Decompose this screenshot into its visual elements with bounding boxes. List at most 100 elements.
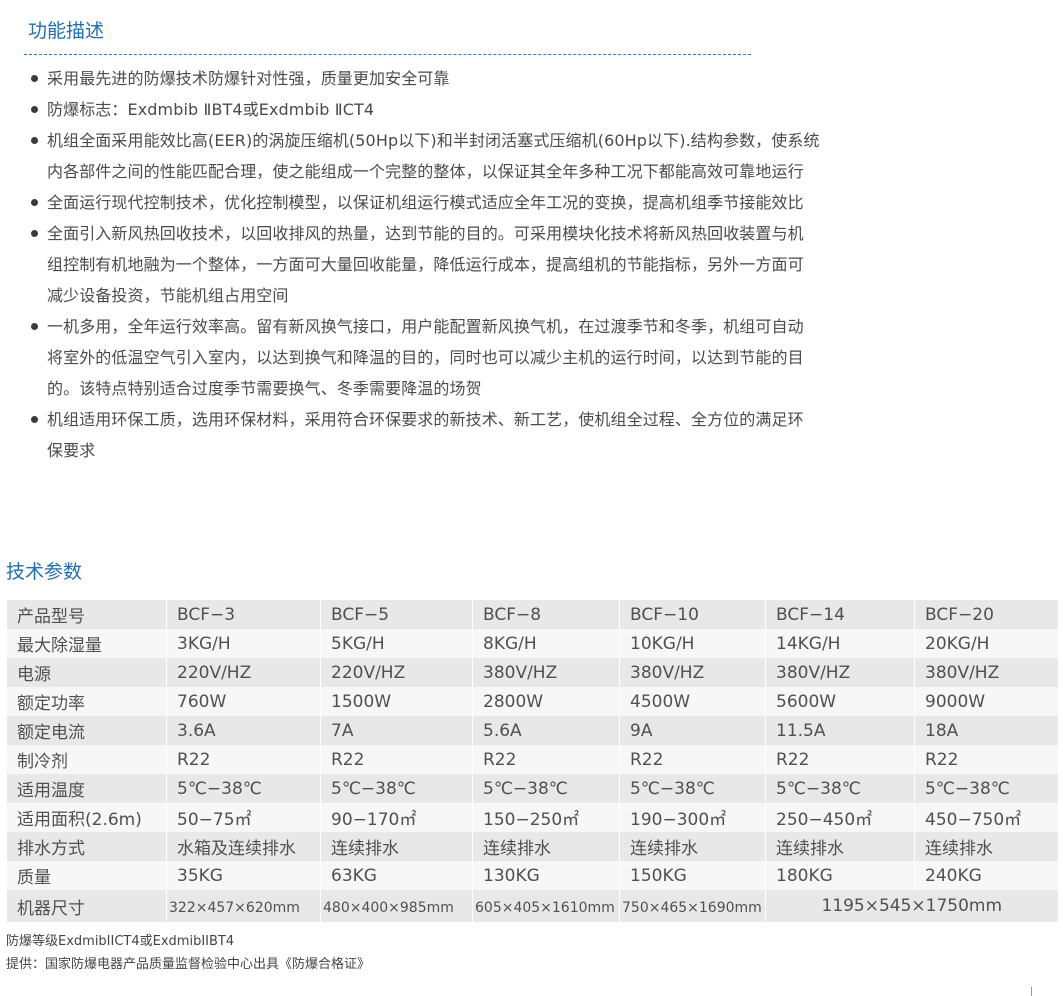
spec-value: 760W [166,687,321,716]
spec-row: 适用温度 5℃−38℃ 5℃−38℃ 5℃−38℃ 5℃−38℃ 5℃−38℃ 5℃−38℃ [6,774,1058,803]
spec-value: 5℃−38℃ [619,774,766,803]
bullet-dot-icon [31,106,38,113]
spec-row: 最大除湿量 3KG/H 5KG/H 8KG/H 10KG/H 14KG/H 20KG/H [6,629,1058,658]
feature-item: 全面运行现代控制技术，优化控制模型，以保证机组运行模式适应全年工况的变换，提高机… [30,187,870,218]
feature-line: 全面引入新风热回收技术，以回收排风的热量，达到节能的目的。可采用模块化技术将新风… [47,224,804,243]
spec-value: 130KG [472,861,620,890]
feature-line: 组控制有机地融为一个整体，一方面可大量回收能量，降低运行成本，提高组机的节能指标… [47,255,804,274]
bullet-dot-icon [31,137,38,144]
dashed-divider [24,54,751,55]
spec-value-size: 750×465×1690mm [619,890,766,922]
feature-line: 保要求 [47,441,96,460]
spec-value: 180KG [765,861,915,890]
spec-value: 20KG/H [914,629,1058,658]
spec-value-size: 605×405×1610mm [472,890,620,922]
spec-value: 220V/HZ [320,658,473,687]
feature-line: 机组全面采用能效比高(EER)的涡旋压缩机(50Hp以下)和半封闭活塞式压缩机(… [47,131,820,150]
spec-value: 1500W [320,687,473,716]
features-title: 功能描述 [28,20,105,42]
spec-label: 额定电流 [6,716,167,745]
explosion-grade-note: 防爆等级ExdmibIICT4或ExdmibIIBT4 [6,934,235,949]
bullet-dot-icon [31,230,38,237]
spec-row: 额定电流 3.6A 7A 5.6A 9A 11.5A 18A [6,716,1058,745]
spec-value: 连续排水 [320,832,473,861]
spec-value: 7A [320,716,473,745]
feature-item: 全面引入新风热回收技术，以回收排风的热量，达到节能的目的。可采用模块化技术将新风… [30,218,870,311]
feature-line: 采用最先进的防爆技术防爆针对性强，质量更加安全可靠 [47,69,450,88]
spec-value: 14KG/H [765,629,915,658]
spec-value: 220V/HZ [166,658,321,687]
spec-label: 适用温度 [6,774,167,803]
spec-value: 5℃−38℃ [166,774,321,803]
spec-value: 150KG [619,861,766,890]
feature-line: 将室外的低温空气引入室内，以达到换气和降温的目的，同时也可以减少主机的运行时间，… [47,348,804,367]
corner-mark [1031,987,1032,996]
spec-value: 380V/HZ [765,658,915,687]
spec-value: 9A [619,716,766,745]
spec-value: 5℃−38℃ [320,774,473,803]
feature-item: 一机多用，全年运行效率高。留有新风换气接口，用户能配置新风换气机，在过渡季节和冬… [30,311,870,404]
spec-row: 额定功率 760W 1500W 2800W 4500W 5600W 9000W [6,687,1058,716]
spec-value: BCF−8 [472,600,620,629]
feature-line: 的。该特点特别适合过度季节需要换气、冬季需要降温的场贺 [47,379,482,398]
spec-value: 5℃−38℃ [472,774,620,803]
feature-line: 减少设备投资，节能机组占用空间 [47,286,289,305]
spec-row: 制冷剂 R22 R22 R22 R22 R22 R22 [6,745,1058,774]
spec-value: 63KG [320,861,473,890]
spec-value: 5.6A [472,716,620,745]
feature-list: 采用最先进的防爆技术防爆针对性强，质量更加安全可靠 防爆标志：Exdmbib ⅡB… [30,63,870,466]
spec-value: R22 [914,745,1058,774]
spec-value: 18A [914,716,1058,745]
feature-line: 全面运行现代控制技术，优化控制模型，以保证机组运行模式适应全年工况的变换，提高机… [47,193,804,212]
spec-value: 11.5A [765,716,915,745]
spec-value: 380V/HZ [914,658,1058,687]
feature-item: 采用最先进的防爆技术防爆针对性强，质量更加安全可靠 [30,63,870,94]
spec-row: 排水方式 水箱及连续排水 连续排水 连续排水 连续排水 连续排水 连续排水 [6,832,1058,861]
spec-value: 35KG [166,861,321,890]
spec-value: R22 [765,745,915,774]
spec-value: 3.6A [166,716,321,745]
spec-label: 质量 [6,861,167,890]
spec-value: R22 [166,745,321,774]
feature-line: 机组适用环保工质，选用环保材料，采用符合环保要求的新技术、新工艺，使机组全过程、… [47,410,804,429]
spec-value: 连续排水 [765,832,915,861]
spec-value-size: 322×457×620mm [166,890,321,922]
spec-value: 9000W [914,687,1058,716]
spec-value: 380V/HZ [472,658,620,687]
feature-line: 一机多用，全年运行效率高。留有新风换气接口，用户能配置新风换气机，在过渡季节和冬… [47,317,804,336]
feature-line: 防爆标志：Exdmbib ⅡBT4或Exdmbib ⅡCT4 [47,100,375,119]
spec-row-size: 机器尺寸 322×457×620mm 480×400×985mm 605×405×16… [6,890,1058,922]
bullet-dot-icon [31,416,38,423]
spec-value: R22 [472,745,620,774]
spec-value: 5℃−38℃ [914,774,1058,803]
spec-row: 质量 35KG 63KG 130KG 150KG 180KG 240KG [6,861,1058,890]
spec-row: 电源 220V/HZ 220V/HZ 380V/HZ 380V/HZ 380V/HZ 380… [6,658,1058,687]
spec-value: 10KG/H [619,629,766,658]
spec-value: BCF−3 [166,600,321,629]
feature-item: 防爆标志：Exdmbib ⅡBT4或Exdmbib ⅡCT4 [30,94,870,125]
spec-value: 90−170㎡ [320,803,473,832]
spec-value: 450−750㎡ [914,803,1058,832]
spec-value: 5℃−38℃ [765,774,915,803]
spec-value: 4500W [619,687,766,716]
spec-value: 250−450㎡ [765,803,915,832]
spec-value: BCF−5 [320,600,473,629]
spec-value: 190−300㎡ [619,803,766,832]
spec-value-size: 480×400×985mm [320,890,473,922]
specs-title: 技术参数 [6,561,83,583]
spec-value: 水箱及连续排水 [166,832,321,861]
spec-label: 电源 [6,658,167,687]
spec-value: BCF−20 [914,600,1058,629]
bullet-dot-icon [31,75,38,82]
spec-value: R22 [320,745,473,774]
spec-value: 8KG/H [472,629,620,658]
spec-value: 5600W [765,687,915,716]
spec-value: 5KG/H [320,629,473,658]
bullet-dot-icon [31,199,38,206]
feature-item: 机组适用环保工质，选用环保材料，采用符合环保要求的新技术、新工艺，使机组全过程、… [30,404,870,466]
spec-value: 连续排水 [914,832,1058,861]
spec-value-size-merged: 1195×545×1750mm [765,890,1058,922]
spec-label: 额定功率 [6,687,167,716]
certificate-note: 提供：国家防爆电器产品质量监督检验中心出具《防爆合格证》 [6,957,371,972]
bullet-dot-icon [31,323,38,330]
